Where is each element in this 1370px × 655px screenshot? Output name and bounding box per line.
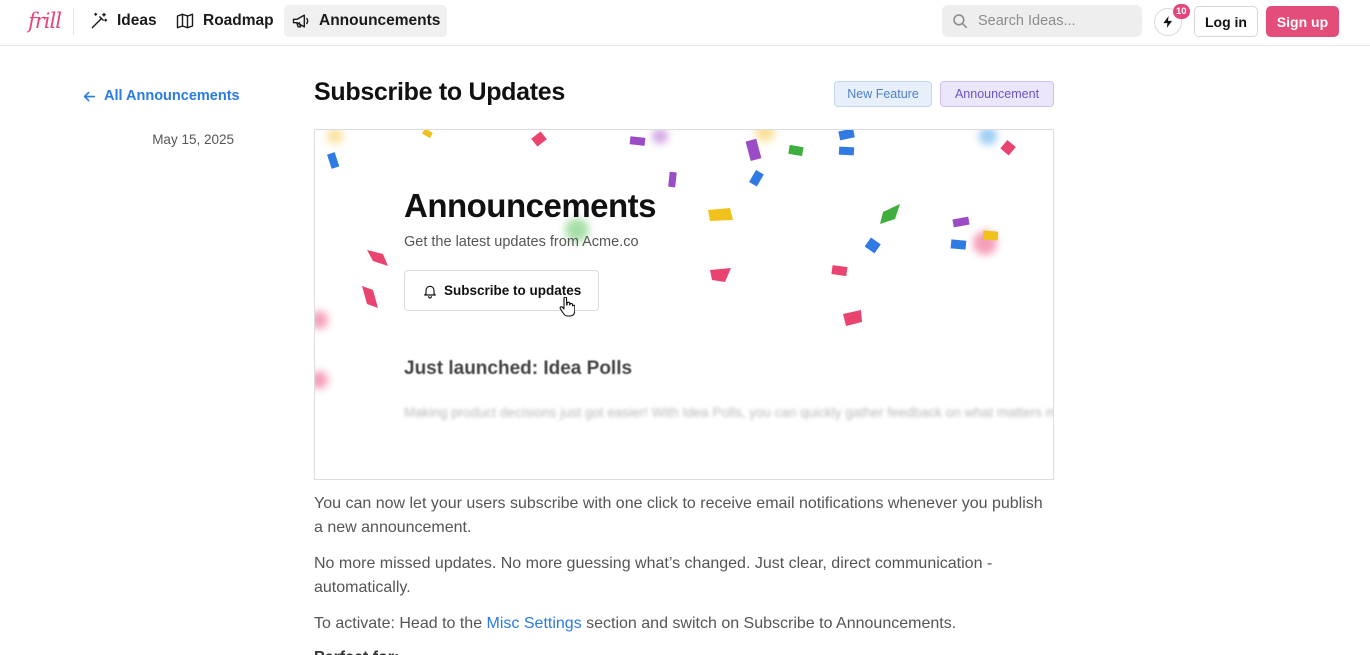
nav-item-label: Ideas	[117, 12, 157, 29]
paragraph-text: section and switch on Subscribe to Annou…	[581, 615, 957, 632]
tag-new-feature[interactable]: New Feature	[834, 81, 932, 107]
magic-wand-icon	[91, 12, 108, 29]
nav-item-announcements[interactable]: Announcements	[284, 5, 448, 37]
post-title: Subscribe to Updates	[314, 78, 565, 106]
nav-item-label: Roadmap	[203, 12, 274, 29]
map-icon	[176, 13, 194, 29]
post-subheading: Perfect for:	[314, 646, 1054, 655]
search-icon	[953, 14, 968, 29]
announcement-hero-image: Announcements Get the latest updates fro…	[314, 129, 1054, 480]
hero-subtitle: Get the latest updates from Acme.co	[404, 234, 639, 250]
hero-blurred-text: Making product decisions just got easier…	[404, 405, 1053, 420]
signup-button[interactable]: Sign up	[1266, 6, 1339, 37]
nav-item-label: Announcements	[319, 12, 441, 29]
hero-heading: Announcements	[404, 187, 657, 224]
nav-item-ideas[interactable]: Ideas	[82, 5, 164, 37]
notification-count-badge: 10	[1173, 4, 1190, 19]
all-announcements-link[interactable]: All Announcements	[83, 88, 240, 104]
frill-logo[interactable]: frill	[28, 4, 62, 38]
logo-divider	[73, 8, 74, 35]
hero-button-label: Subscribe to updates	[444, 283, 582, 298]
nav-item-roadmap[interactable]: Roadmap	[168, 5, 281, 37]
post-paragraph: No more missed updates. No more guessing…	[314, 555, 993, 596]
paragraph-text: To activate: Head to the	[314, 615, 487, 632]
post-date: May 15, 2025	[152, 132, 234, 147]
bell-icon	[424, 285, 436, 299]
login-button[interactable]: Log in	[1194, 6, 1258, 37]
hero-section-title: Just launched: Idea Polls	[404, 358, 633, 379]
search-input[interactable]	[978, 13, 1128, 29]
misc-settings-link[interactable]: Misc Settings	[487, 615, 582, 632]
search-bar[interactable]	[942, 5, 1142, 37]
arrow-left-icon	[83, 91, 96, 101]
back-link-label: All Announcements	[104, 88, 240, 104]
tag-announcement[interactable]: Announcement	[940, 81, 1054, 107]
megaphone-icon	[292, 14, 309, 28]
top-navigation-bar: frill Ideas Roadmap Announcements 10 Log…	[0, 0, 1370, 46]
hand-pointer-cursor-icon	[559, 297, 575, 317]
lightning-bolt-icon	[1163, 16, 1173, 28]
post-paragraph: You can now let your users subscribe wit…	[314, 495, 1043, 536]
post-paragraph-activation: To activate: Head to the Misc Settings s…	[314, 612, 1054, 636]
